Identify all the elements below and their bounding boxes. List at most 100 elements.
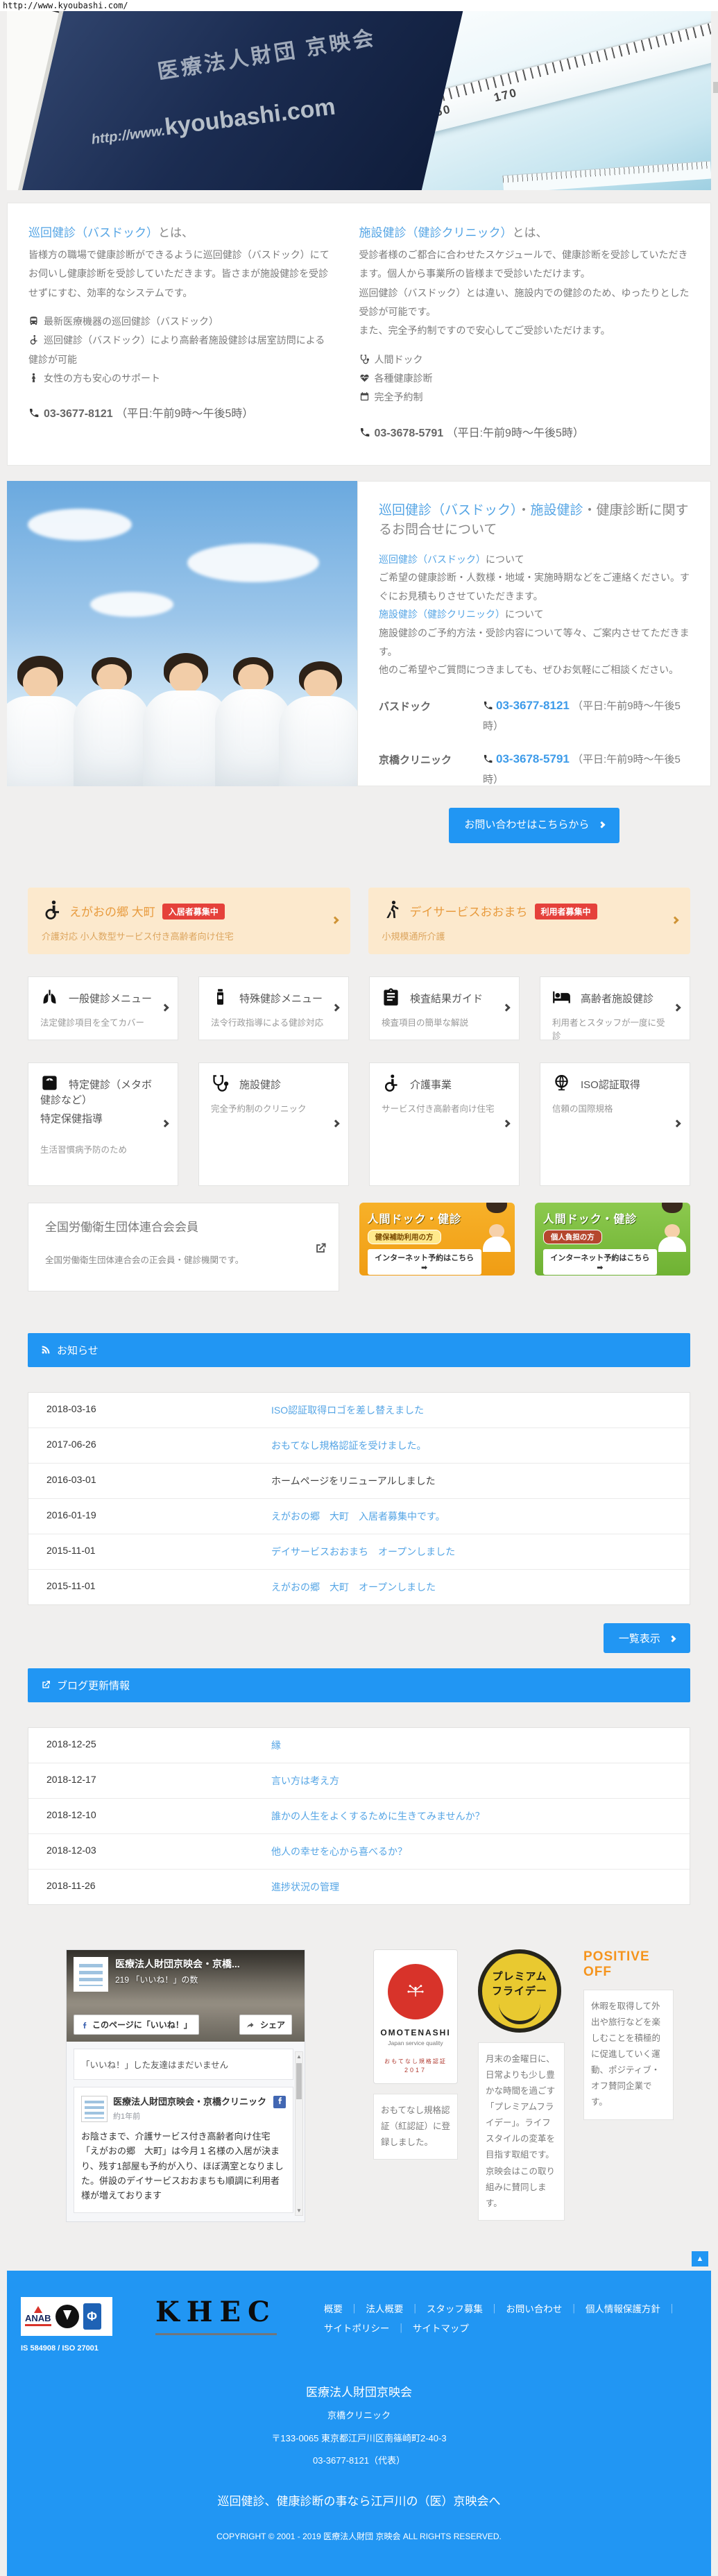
card-special-checkup[interactable]: 特殊健診メニュー 法令行政指導による健診対応 bbox=[198, 976, 349, 1040]
news-link[interactable]: おもてなし規格認証を受けました。 bbox=[271, 1439, 690, 1452]
contact-title: 巡回健診（バスドック）・施設健診・健康診断に関するお問合せについて bbox=[379, 501, 690, 541]
bus-dock-link[interactable]: 巡回健診（バスドック） bbox=[379, 554, 486, 565]
chevron-right-icon bbox=[331, 916, 339, 924]
news-link[interactable]: えがおの郷 大町 オープンしました bbox=[271, 1580, 690, 1594]
footer: ▲ ANAB Φ IS 584908 / ISO 27001 KHEC 概要｜法… bbox=[7, 2271, 711, 2576]
blog-link[interactable]: 進捗状況の管理 bbox=[271, 1880, 690, 1894]
facebook-like-button[interactable]: このページに「いいね！」 bbox=[74, 2015, 199, 2035]
news-row: 2015-11-01えがおの郷 大町 オープンしました bbox=[28, 1570, 690, 1604]
card-general-checkup[interactable]: 一般健診メニュー 法定健診項目を全てカバー bbox=[28, 976, 178, 1040]
bus-dock-link[interactable]: 巡回健診（バスドック） bbox=[28, 226, 158, 239]
chevron-right-icon bbox=[671, 916, 678, 924]
clinic-link[interactable]: 施設健診（健診クリニック） bbox=[379, 609, 505, 620]
scrollbar-thumb[interactable] bbox=[713, 82, 718, 93]
news-link[interactable]: えがおの郷 大町 入居者募集中です。 bbox=[271, 1509, 690, 1523]
facebook-share-button[interactable]: シェア bbox=[239, 2015, 292, 2035]
facebook-widget-scrollbar[interactable]: ▲▼ bbox=[295, 2051, 303, 2216]
status-badge: 利用者募集中 bbox=[535, 904, 597, 920]
blog-row: 2018-12-10誰かの人生をよくするために生きてみませんか？ bbox=[28, 1799, 690, 1834]
blog-row: 2018-12-25縁 bbox=[28, 1728, 690, 1763]
internet-reservation-button[interactable]: インターネット予約はこちら ➡ bbox=[543, 1249, 657, 1275]
news-row: 2018-03-16ISO認証取得ロゴを差し替えました bbox=[28, 1393, 690, 1428]
chevron-right-icon bbox=[161, 1119, 169, 1127]
facility-checkup-link[interactable]: 施設健診 bbox=[531, 503, 583, 518]
nurse-image bbox=[481, 1207, 512, 1248]
blog-link[interactable]: 言い方は考え方 bbox=[271, 1774, 690, 1788]
contact-clinic-body: 施設健診のご予約方法・受診内容について等々、ご案内させてただきます。 bbox=[379, 624, 690, 661]
intro-clinic-features: 人間ドック 各種健康診断 完全予約制 bbox=[359, 350, 690, 407]
feature-item: 女性の方も安心のサポート bbox=[28, 369, 333, 388]
clinic-link[interactable]: 施設健診（健診クリニック） bbox=[359, 226, 513, 239]
news-row: 2016-03-01ホームページをリニューアルしました bbox=[28, 1464, 690, 1499]
contact-bus-heading: 巡回健診（バスドック）について bbox=[379, 550, 690, 569]
back-to-top-button[interactable]: ▲ bbox=[692, 2251, 708, 2266]
reservation-banner-kenpo[interactable]: 人間ドック・健診 健保補助利用の方 インターネット予約はこちら ➡ bbox=[359, 1203, 515, 1276]
intro-clinic-body2: 巡回健診（バスドック）とは違い、施設内での健診のため、ゆったりとした受診が可能で… bbox=[359, 284, 690, 322]
status-badge: 入居者募集中 bbox=[162, 904, 225, 920]
blog-link[interactable]: 誰かの人生をよくするために生きてみませんか？ bbox=[271, 1809, 690, 1823]
news-link[interactable]: ISO認証取得ロゴを差し替えました bbox=[271, 1403, 690, 1417]
phone-icon bbox=[483, 754, 493, 764]
card-tokutei-checkup[interactable]: 特定健診（メタボ健診など） 特定保健指導 生活習慣病予防のため bbox=[28, 1062, 178, 1186]
footer-link-corporate[interactable]: 法人概要 bbox=[366, 2304, 403, 2314]
card-senior-facility-checkup[interactable]: 高齢者施設健診 利用者とスタッフが一度に受診 bbox=[540, 976, 690, 1040]
premium-friday-column: プレミアムフライデー 月末の金曜日に、日常よりも少し豊かな時間を過ごす「プレミア… bbox=[478, 1949, 565, 2221]
busdock-phone-link[interactable]: 03-3677-8121 bbox=[496, 699, 570, 712]
contact-button[interactable]: お問い合わせはこちらから bbox=[449, 808, 619, 843]
chevron-right-icon bbox=[161, 1003, 169, 1011]
internet-reservation-button[interactable]: インターネット予約はこちら ➡ bbox=[368, 1249, 481, 1275]
stethoscope-icon bbox=[359, 354, 370, 364]
bus-phone: 03-3677-8121 （平日:午前9時～午後5時） bbox=[28, 403, 333, 425]
isms-logo: Φ bbox=[83, 2303, 101, 2330]
footer-link-sitepolicy[interactable]: サイトポリシー bbox=[324, 2323, 390, 2334]
facility-banner-row: えがおの郷 大町入居者募集中 介護対応 小人数型サービス付き高齢者向け住宅 デイ… bbox=[28, 888, 690, 954]
iso-caption: IS 584908 / ISO 27001 bbox=[21, 2344, 125, 2353]
banner-dayservice-oomachi[interactable]: デイサービスおおまち利用者募集中 小規模通所介護 bbox=[368, 888, 691, 954]
clinic-building-photo bbox=[12, 11, 466, 190]
card-kaigo-business[interactable]: 介護事業 サービス付き高齢者向け住宅 bbox=[369, 1062, 520, 1186]
blog-link[interactable]: 他人の幸せを心から喜べるか？ bbox=[271, 1845, 690, 1858]
contact-section: 巡回健診（バスドック）・施設健診・健康診断に関するお問合せについて 巡回健診（バ… bbox=[7, 481, 711, 786]
card-facility-checkup[interactable]: 施設健診 完全予約制のクリニック bbox=[198, 1062, 349, 1186]
footer-link-sitemap[interactable]: サイトマップ bbox=[413, 2323, 469, 2334]
footer-link-overview[interactable]: 概要 bbox=[324, 2304, 343, 2314]
intro-clinic-body3: また、完全予約制ですので安心してご受診いただけます。 bbox=[359, 321, 690, 340]
rss-icon bbox=[40, 1344, 51, 1355]
phone-icon bbox=[483, 700, 493, 711]
footer-link-privacy[interactable]: 個人情報保護方針 bbox=[585, 2304, 660, 2314]
external-link-icon bbox=[40, 1679, 51, 1690]
anab-logo: ANAB bbox=[25, 2306, 51, 2326]
heartbeat-icon bbox=[359, 373, 370, 383]
intro-clinic-column: 施設健診（健診クリニック）とは、 受診者様のご都合に合わせたスケジュールで、健康… bbox=[359, 221, 690, 444]
khec-logo: KHEC bbox=[155, 2298, 277, 2353]
bus-dock-link[interactable]: 巡回健診（バスドック） bbox=[379, 503, 518, 518]
facebook-post-title[interactable]: 医療法人財団京映会・京橋クリニック bbox=[113, 2096, 286, 2108]
blog-link[interactable]: 縁 bbox=[271, 1738, 690, 1752]
footer-address: 〒133-0065 東京都江戸川区南篠崎町2-40-3 bbox=[21, 2432, 697, 2446]
blog-row: 2018-12-17言い方は考え方 bbox=[28, 1763, 690, 1799]
intro-bus-body: 皆様方の職場で健康診断ができるように巡回健診（バスドック）にてお伺いし健康診断を… bbox=[28, 246, 333, 303]
news-table: 2018-03-16ISO認証取得ロゴを差し替えました 2017-06-26おも… bbox=[28, 1392, 690, 1605]
contact-row-clinic: 京橋クリニック 03-3678-5791 （平日:午前9時～午後5時） bbox=[379, 748, 690, 790]
card-result-guide[interactable]: 検査結果ガイド 検査項目の簡単な解説 bbox=[369, 976, 520, 1040]
nurse-image bbox=[657, 1207, 687, 1248]
footer-link-recruit[interactable]: スタッフ募集 bbox=[427, 2304, 483, 2314]
card-iso-certification[interactable]: ISO認証取得 信頼の国際規格 bbox=[540, 1062, 690, 1186]
clinic-phone: 03-3678-5791 （平日:午前9時～午後5時） bbox=[359, 423, 690, 444]
chevron-right-icon bbox=[332, 1119, 339, 1127]
chevron-right-icon bbox=[502, 1003, 510, 1011]
facebook-post-body: お陰さまで、介護サービス付き高齢者向け住宅「えがおの郷 大町」は今月１名様の入居… bbox=[81, 2129, 286, 2204]
reservation-banner-personal[interactable]: 人間ドック・健診 個人負担の方 インターネット予約はこちら ➡ bbox=[535, 1203, 690, 1276]
clinic-phone-link[interactable]: 03-3678-5791 bbox=[496, 752, 570, 765]
intro-clinic-title: 施設健診（健診クリニック）とは、 bbox=[359, 221, 690, 244]
banner-egao-no-sato[interactable]: えがおの郷 大町入居者募集中 介護対応 小人数型サービス付き高齢者向け住宅 bbox=[28, 888, 350, 954]
footer-link-contact[interactable]: お問い合わせ bbox=[506, 2304, 562, 2314]
bed-icon bbox=[552, 988, 571, 1006]
news-link[interactable]: デイサービスおおまち オープンしました bbox=[271, 1545, 690, 1559]
zeneiren-member-card[interactable]: 全国労働衛生団体連合会会員 全国労働衛生団体連合会の正会員・健診機関です。 bbox=[28, 1203, 339, 1291]
footer-tagline: 巡回健診、健康診断の事なら江戸川の（医）京映会へ bbox=[21, 2492, 697, 2511]
news-header: お知らせ bbox=[28, 1333, 690, 1367]
omotenashi-logo-card: OMOTENASHI Japan service quality おもてなし規格… bbox=[373, 1949, 458, 2084]
news-list-button[interactable]: 一覧表示 bbox=[604, 1623, 690, 1653]
facebook-page-title[interactable]: 医療法人財団京映会・京橋... bbox=[115, 1957, 240, 1971]
